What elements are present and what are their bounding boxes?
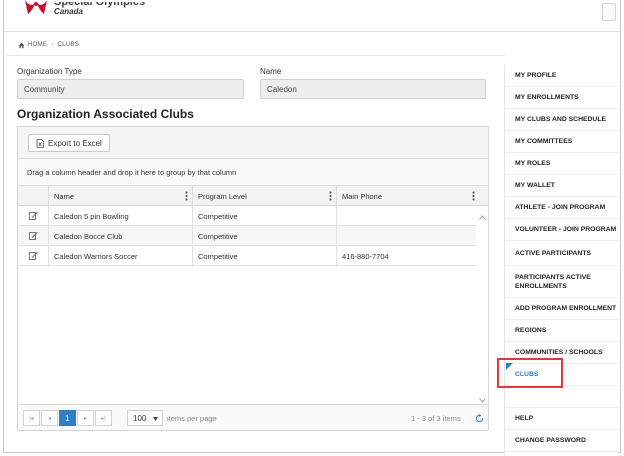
excel-file-icon xyxy=(36,138,44,148)
nav-item-add-program-enrollment[interactable]: ADD PROGRAM ENROLLMENT xyxy=(505,298,619,320)
nav-item-change-password[interactable]: CHANGE PASSWORD xyxy=(505,430,619,452)
app-window: Special Olympics Canada HOME › CLUBS Org… xyxy=(3,0,621,456)
special-olympics-logo-icon[interactable] xyxy=(22,0,50,18)
grid-header: Name Program Level Main Phone xyxy=(18,186,488,206)
page-size-select[interactable]: 100 xyxy=(127,410,163,426)
scroll-down-icon[interactable] xyxy=(479,398,486,403)
cell-program-level: Competitive xyxy=(192,226,336,246)
nav-item-help[interactable]: HELP xyxy=(505,408,619,430)
nav-item-my-profile[interactable]: MY PROFILE xyxy=(505,65,619,87)
export-excel-label: Export to Excel xyxy=(48,138,102,148)
grid-toolbar: Export to Excel xyxy=(18,127,488,159)
org-type-field: Community xyxy=(17,79,244,99)
edit-icon[interactable] xyxy=(29,231,38,240)
breadcrumb-current: CLUBS xyxy=(57,42,80,48)
cell-main-phone xyxy=(336,206,476,226)
org-type-label: Organization Type xyxy=(17,67,82,76)
breadcrumb-home-link[interactable]: HOME xyxy=(28,42,47,48)
nav-item-my-enrollments[interactable]: MY ENROLLMENTS xyxy=(505,87,619,109)
pager-summary: 1 - 3 of 3 items xyxy=(411,414,461,423)
cell-program-level: Competitive xyxy=(192,246,336,266)
column-menu-icon[interactable] xyxy=(472,191,475,201)
column-header-name[interactable]: Name xyxy=(48,186,192,206)
nav-item-redacted[interactable] xyxy=(505,386,619,408)
header-divider xyxy=(7,55,505,56)
column-header-label: Program Level xyxy=(198,191,247,201)
chevron-down-icon xyxy=(153,417,158,421)
edit-icon[interactable] xyxy=(29,251,38,260)
nav-item-my-clubs-and-schedule[interactable]: MY CLUBS AND SCHEDULE xyxy=(505,109,619,131)
grid-table: Name Program Level Main Phone Caledon 5 … xyxy=(18,186,488,404)
pager-page-1[interactable]: 1 xyxy=(59,410,76,426)
site-header: Special Olympics Canada xyxy=(4,0,620,32)
pager-prev-button[interactable]: ◂ xyxy=(41,410,58,426)
column-menu-icon[interactable] xyxy=(329,191,332,201)
cell-main-phone: 416-880-7704 xyxy=(336,246,476,266)
home-icon xyxy=(18,42,25,48)
side-nav: MY PROFILE MY ENROLLMENTS MY CLUBS AND S… xyxy=(504,65,619,456)
nav-item-active-participants[interactable]: ACTIVE PARTICIPANTS xyxy=(505,241,619,266)
breadcrumb-separator: › xyxy=(51,42,54,48)
column-header-program-level[interactable]: Program Level xyxy=(192,186,336,206)
table-row[interactable]: Caledon 5 pin Bowling Competitive xyxy=(18,206,476,226)
column-menu-icon[interactable] xyxy=(185,191,188,201)
cell-name: Caledon Warriors Soccer xyxy=(48,246,192,266)
edit-icon[interactable] xyxy=(29,211,38,220)
cell-main-phone xyxy=(336,226,476,246)
pager-first-button[interactable]: |◂ xyxy=(23,410,40,426)
brand-country: Canada xyxy=(54,7,83,16)
table-row[interactable]: Caledon Warriors Soccer Competitive 416-… xyxy=(18,246,476,266)
window-control-button[interactable] xyxy=(602,3,616,21)
cell-name: Caledon 5 pin Bowling xyxy=(48,206,192,226)
nav-item-my-committees[interactable]: MY COMMITTEES xyxy=(505,131,619,153)
nav-item-regions[interactable]: REGIONS xyxy=(505,320,619,342)
scroll-up-icon[interactable] xyxy=(479,215,486,220)
group-drop-area[interactable]: Drag a column header and drop it here to… xyxy=(18,159,488,186)
cell-program-level: Competitive xyxy=(192,206,336,226)
name-field: Caledon xyxy=(260,79,486,99)
export-excel-button[interactable]: Export to Excel xyxy=(28,134,110,152)
nav-item-athlete-join-program[interactable]: ATHLETE - JOIN PROGRAM xyxy=(505,197,619,219)
nav-item-my-roles[interactable]: MY ROLES xyxy=(505,153,619,175)
section-title: Organization Associated Clubs xyxy=(17,107,194,121)
grid-pager: |◂ ◂ 1 ▸ ▸| 100 items per page 1 - 3 of … xyxy=(18,404,488,430)
nav-item-volunteer-join-program[interactable]: VOLUNTEER - JOIN PROGRAM xyxy=(505,219,619,241)
column-header-label: Name xyxy=(54,191,75,201)
page-size-value: 100 xyxy=(133,413,147,423)
items-per-page-label: items per page xyxy=(167,414,217,423)
name-label: Name xyxy=(260,67,282,76)
pager-next-button[interactable]: ▸ xyxy=(77,410,94,426)
refresh-icon[interactable] xyxy=(475,414,484,423)
nav-item-my-wallet[interactable]: MY WALLET xyxy=(505,175,619,197)
cell-name: Caledon Bocce Club xyxy=(48,226,192,246)
column-header-main-phone[interactable]: Main Phone xyxy=(336,186,479,206)
annotation-highlight-box xyxy=(497,358,563,388)
grid-scrollbar[interactable] xyxy=(476,206,488,404)
pager-last-button[interactable]: ▸| xyxy=(95,410,112,426)
clubs-grid: Export to Excel Drag a column header and… xyxy=(17,126,489,431)
column-header-label: Main Phone xyxy=(342,191,383,201)
nav-item-participants-active-enrollments[interactable]: PARTICIPANTS ACTIVE ENROLLMENTS xyxy=(505,266,619,298)
breadcrumb: HOME › CLUBS xyxy=(18,40,79,50)
table-row[interactable]: Caledon Bocce Club Competitive xyxy=(18,226,476,246)
